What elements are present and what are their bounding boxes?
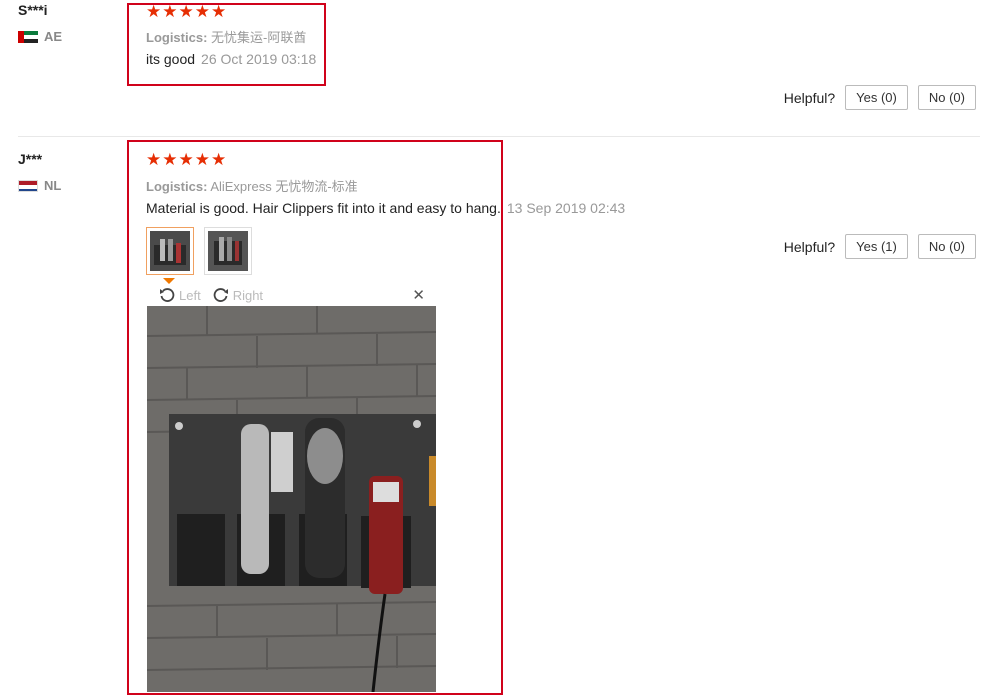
review-photo-thumbnail[interactable] [146, 227, 194, 275]
flag-ae-icon [18, 30, 38, 43]
reviewer-country: AE [18, 29, 62, 44]
helpful-row: Helpful? Yes (1) No (0) [784, 234, 976, 259]
rotate-left-label: Left [179, 287, 201, 303]
star-icon: ★ [211, 2, 227, 21]
country-code: NL [44, 178, 62, 193]
thumbnail-image [150, 231, 190, 271]
star-icon: ★ [194, 150, 210, 169]
helpful-yes-button[interactable]: Yes (1) [845, 234, 908, 259]
logistics-info: Logistics: AliExpress 无忧物流-标准 [146, 176, 358, 195]
review-photo-thumbnail[interactable] [204, 227, 252, 275]
review-text: Material is good. Hair Clippers fit into… [146, 200, 501, 216]
helpful-no-button[interactable]: No (0) [917, 234, 976, 259]
rotate-left-icon [160, 288, 175, 302]
review-date: 13 Sep 2019 02:43 [506, 200, 626, 216]
star-icon: ★ [178, 150, 194, 169]
close-icon[interactable]: ✕ [412, 286, 425, 304]
helpful-no-button[interactable]: No (0) [917, 85, 976, 110]
rotate-right-label: Right [232, 287, 264, 303]
star-rating: ★ ★ ★ ★ ★ [146, 3, 226, 21]
flag-nl-icon [18, 179, 38, 192]
star-icon: ★ [146, 150, 162, 169]
logistics-label: Logistics: [146, 179, 208, 194]
review-text: its good [146, 51, 196, 67]
review-text-row: its good 26 Oct 2019 03:18 [146, 51, 316, 67]
rotate-right-icon [213, 288, 228, 302]
review-divider [18, 136, 980, 137]
helpful-label: Helpful? [783, 238, 836, 255]
star-icon: ★ [211, 150, 227, 169]
helpful-row: Helpful? Yes (0) No (0) [784, 85, 976, 110]
review-text-row: Material is good. Hair Clippers fit into… [146, 200, 625, 216]
star-icon: ★ [146, 2, 162, 21]
rotate-right-button[interactable]: Right [213, 287, 263, 303]
reviewer-name: J*** [18, 151, 43, 167]
logistics-value: 无忧集运-阿联酋 [211, 30, 307, 45]
logistics-label: Logistics: [146, 30, 208, 45]
helpful-yes-button[interactable]: Yes (0) [845, 85, 908, 110]
star-rating: ★ ★ ★ ★ ★ [146, 151, 226, 169]
logistics-info: Logistics: 无忧集运-阿联酋 [146, 27, 306, 46]
reviewer-country: NL [18, 178, 61, 193]
review-date: 26 Oct 2019 03:18 [201, 51, 317, 67]
helpful-label: Helpful? [783, 89, 836, 106]
thumbnail-image [208, 231, 248, 271]
star-icon: ★ [162, 2, 178, 21]
logistics-value: AliExpress 无忧物流-标准 [210, 179, 358, 194]
review-photo-large [147, 306, 436, 692]
reviewer-name: S***i [18, 2, 48, 18]
rotate-left-button[interactable]: Left [159, 287, 201, 303]
image-viewer-toolbar: Left Right ✕ [147, 284, 437, 306]
country-code: AE [44, 29, 63, 44]
star-icon: ★ [194, 2, 210, 21]
star-icon: ★ [178, 2, 194, 21]
star-icon: ★ [162, 150, 178, 169]
